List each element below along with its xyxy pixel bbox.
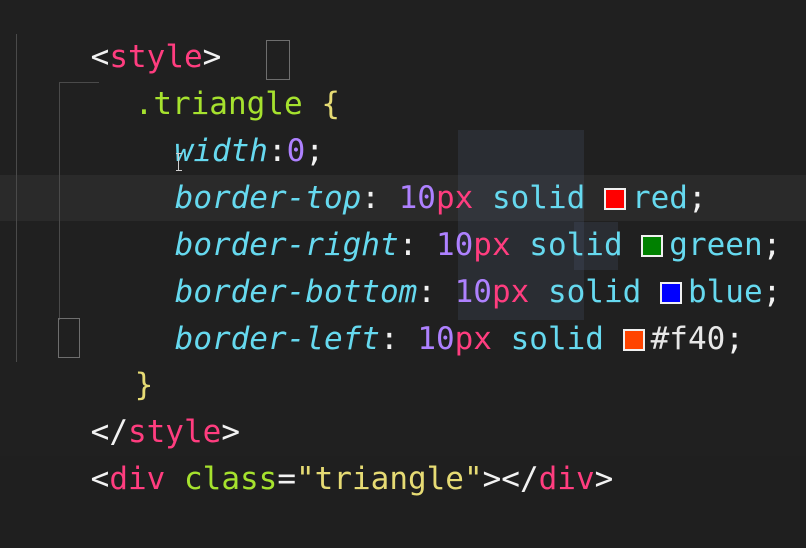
code-line[interactable]: border-left: 10px solid #f40; xyxy=(100,270,744,357)
code-line[interactable]: <div class="triangle"></div> xyxy=(16,410,614,497)
equals-sign: = xyxy=(277,461,296,497)
code-line[interactable]: border-right: 10px solid green; xyxy=(100,176,782,263)
tag-punctuation: ></ xyxy=(482,461,539,497)
code-line[interactable]: } xyxy=(60,316,154,403)
tag-punctuation: > xyxy=(594,461,614,497)
semicolon: ; xyxy=(725,321,744,357)
code-line[interactable]: border-top: 10px solid red; xyxy=(100,129,707,216)
code-line[interactable]: border-bottom: 10px solid blue; xyxy=(100,223,782,310)
attribute-value: "triangle" xyxy=(296,461,483,497)
text-cursor-icon xyxy=(175,153,183,171)
attribute-name: class xyxy=(184,461,278,497)
code-line[interactable]: <style> xyxy=(16,0,222,75)
css-keyword: solid xyxy=(510,321,604,357)
tag-punctuation: < xyxy=(90,461,110,497)
css-unit: px xyxy=(454,321,492,357)
tag-name: div xyxy=(538,461,595,497)
code-line[interactable]: width:0; xyxy=(100,82,324,169)
color-swatch-icon[interactable] xyxy=(622,329,645,351)
tag-name: div xyxy=(109,461,166,497)
code-editor[interactable]: <style> .triangle { width:0; border-top:… xyxy=(0,0,806,497)
css-number: 10 xyxy=(417,321,455,357)
colon: : xyxy=(379,321,399,357)
semicolon: ; xyxy=(762,274,782,310)
code-line[interactable]: .triangle { xyxy=(60,35,340,122)
css-color-value: #f40 xyxy=(650,321,726,357)
code-line[interactable]: </style> xyxy=(16,363,240,450)
open-brace: { xyxy=(321,86,340,122)
css-property: border-left xyxy=(174,321,380,357)
